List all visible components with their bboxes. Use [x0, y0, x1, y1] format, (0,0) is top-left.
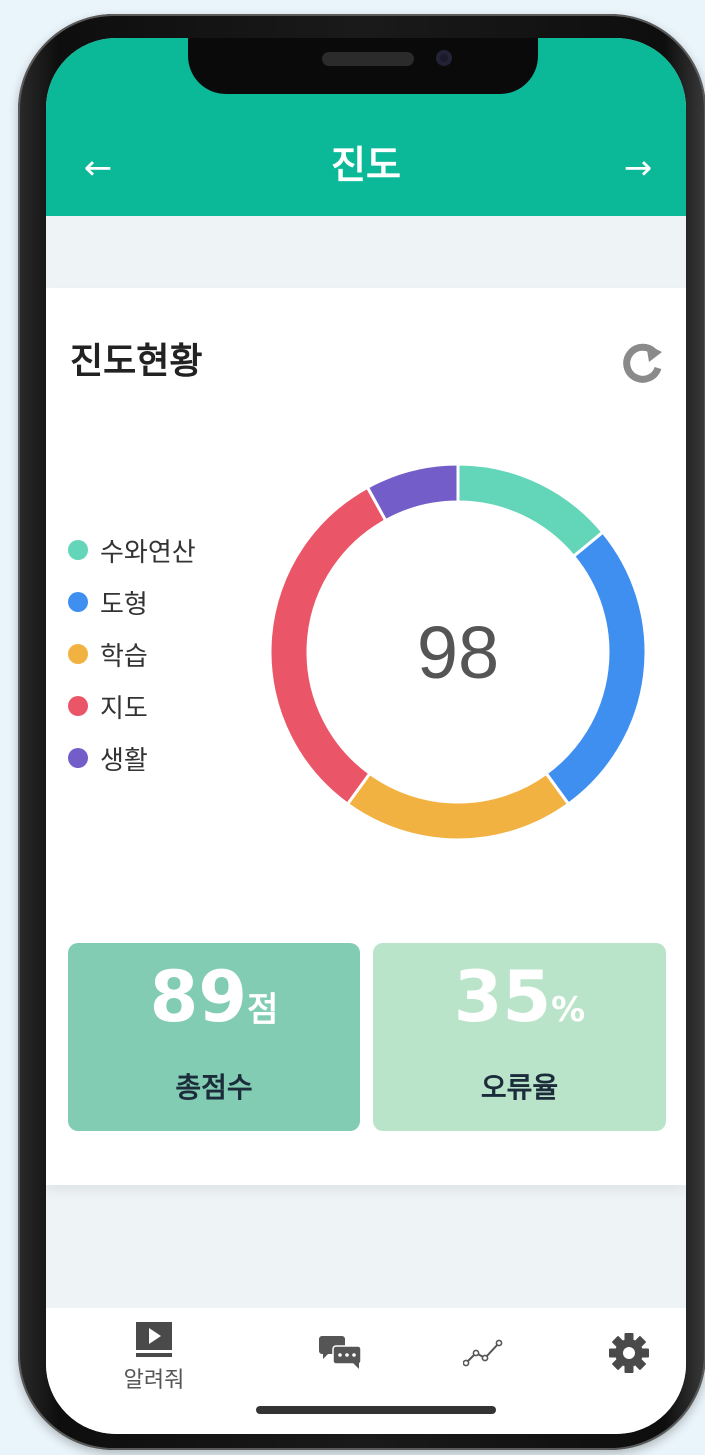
error-rate-value: 35%	[454, 957, 586, 1056]
bottom-tab-bar: 알려줘	[46, 1308, 686, 1434]
error-rate-number: 35	[453, 956, 552, 1038]
gear-icon	[609, 1333, 649, 1373]
front-camera	[436, 50, 452, 66]
tab-label: 알려줘	[123, 1368, 185, 1393]
refresh-icon[interactable]	[618, 340, 666, 388]
legend-item: 도형	[68, 576, 196, 628]
total-score-tile: 89점 총점수	[68, 943, 360, 1131]
total-score-value: 89점	[150, 957, 279, 1056]
total-score-label: 총점수	[175, 1071, 253, 1104]
legend-dot	[68, 540, 88, 560]
home-indicator	[256, 1406, 496, 1414]
legend-item: 학습	[68, 628, 196, 680]
error-rate-unit: %	[551, 990, 586, 1030]
error-rate-label: 오류율	[480, 1071, 559, 1104]
phone-screen: ← 진도 → 진도현황 수와연산 도형 학습 지도 생활 98 89점 총점수 …	[46, 38, 686, 1434]
legend-dot	[68, 644, 88, 664]
tab-settings[interactable]	[604, 1332, 654, 1432]
chat-bubbles-icon	[319, 1336, 362, 1369]
total-score-unit: 점	[247, 990, 279, 1030]
legend-item: 지도	[68, 680, 196, 732]
device-notch	[188, 38, 538, 94]
progress-card: 진도현황 수와연산 도형 학습 지도 생활 98 89점 총점수 35% 오류율	[46, 288, 686, 1185]
donut-center-value: 98	[416, 610, 500, 694]
legend-label: 학습	[100, 641, 148, 672]
legend-dot	[68, 696, 88, 716]
legend-item: 수와연산	[68, 524, 196, 576]
page-title: 진도	[331, 143, 401, 187]
tab-tell-me[interactable]: 알려줘	[112, 1322, 196, 1422]
legend-label: 지도	[100, 693, 148, 724]
tab-stats[interactable]	[458, 1338, 508, 1434]
legend-label: 도형	[100, 589, 148, 620]
trend-line-icon	[463, 1339, 503, 1367]
total-score-number: 89	[149, 956, 248, 1038]
legend-dot	[68, 592, 88, 612]
card-title: 진도현황	[70, 341, 203, 382]
chart-legend: 수와연산 도형 학습 지도 생활	[68, 524, 196, 784]
legend-label: 수와연산	[100, 537, 196, 568]
speaker-grille	[322, 52, 414, 66]
tab-chat[interactable]	[316, 1336, 366, 1434]
legend-item: 생활	[68, 732, 196, 784]
play-video-icon	[136, 1322, 172, 1357]
legend-label: 생활	[100, 745, 148, 776]
arrow-right-icon[interactable]: →	[616, 148, 660, 188]
error-rate-tile: 35% 오류율	[373, 943, 666, 1131]
legend-dot	[68, 748, 88, 768]
